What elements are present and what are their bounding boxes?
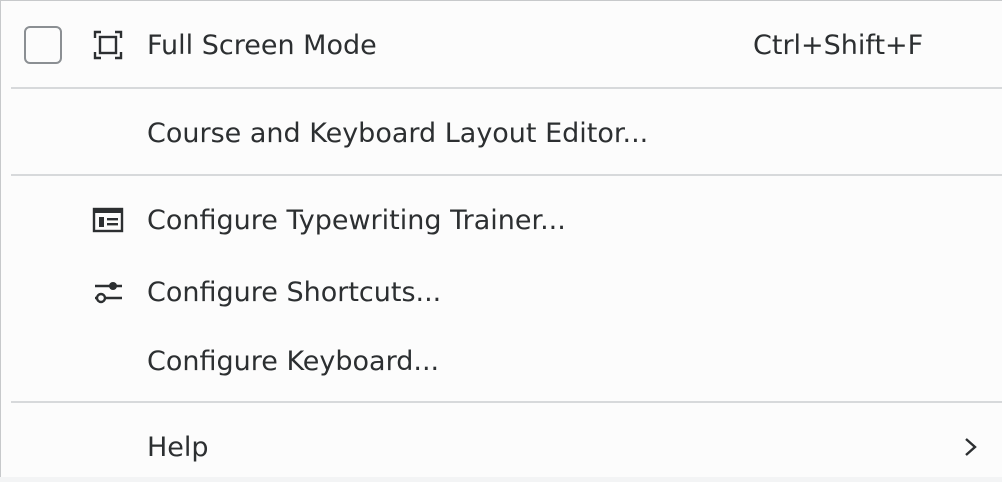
menu-item-configure-trainer[interactable]: Configure Typewriting Trainer... — [1, 185, 1002, 255]
menu-item-configure-shortcuts[interactable]: Configure Shortcuts... — [1, 257, 1002, 327]
fullscreen-icon — [91, 28, 125, 62]
menu-item-label: Configure Shortcuts... — [147, 276, 442, 308]
menu-item-label: Configure Keyboard... — [147, 345, 440, 377]
menu-item-label: Full Screen Mode — [147, 29, 377, 61]
menu-item-configure-keyboard[interactable]: Configure Keyboard... — [1, 326, 1002, 396]
settings-menu: Full Screen Mode Ctrl+Shift+F Course and… — [0, 0, 1002, 477]
menu-item-label: Help — [147, 431, 209, 463]
menu-separator — [11, 401, 1002, 403]
menu-separator — [11, 174, 1002, 176]
full-screen-checkbox[interactable] — [24, 26, 62, 64]
menu-item-layout-editor[interactable]: Course and Keyboard Layout Editor... — [1, 98, 1002, 168]
menu-item-full-screen-mode[interactable]: Full Screen Mode Ctrl+Shift+F — [1, 10, 1002, 80]
menu-item-help[interactable]: Help — [1, 412, 1002, 482]
chevron-right-icon — [961, 430, 981, 464]
menu-item-label: Course and Keyboard Layout Editor... — [147, 117, 649, 149]
menu-separator — [11, 87, 1002, 89]
configure-shortcuts-icon — [91, 275, 125, 309]
menu-item-shortcut: Ctrl+Shift+F — [753, 29, 924, 61]
menu-item-label: Configure Typewriting Trainer... — [147, 204, 566, 236]
configure-trainer-icon — [91, 203, 125, 237]
